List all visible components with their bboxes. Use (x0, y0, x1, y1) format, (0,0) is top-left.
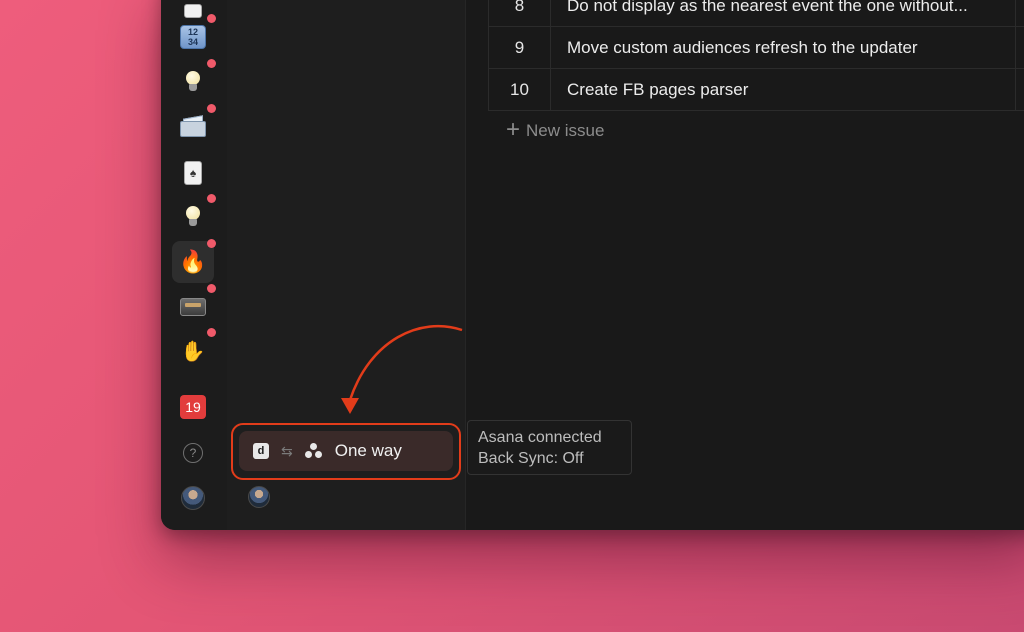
arrow-head (341, 398, 359, 414)
annotation-arrow (341, 324, 463, 414)
arrow-curve (348, 324, 463, 401)
